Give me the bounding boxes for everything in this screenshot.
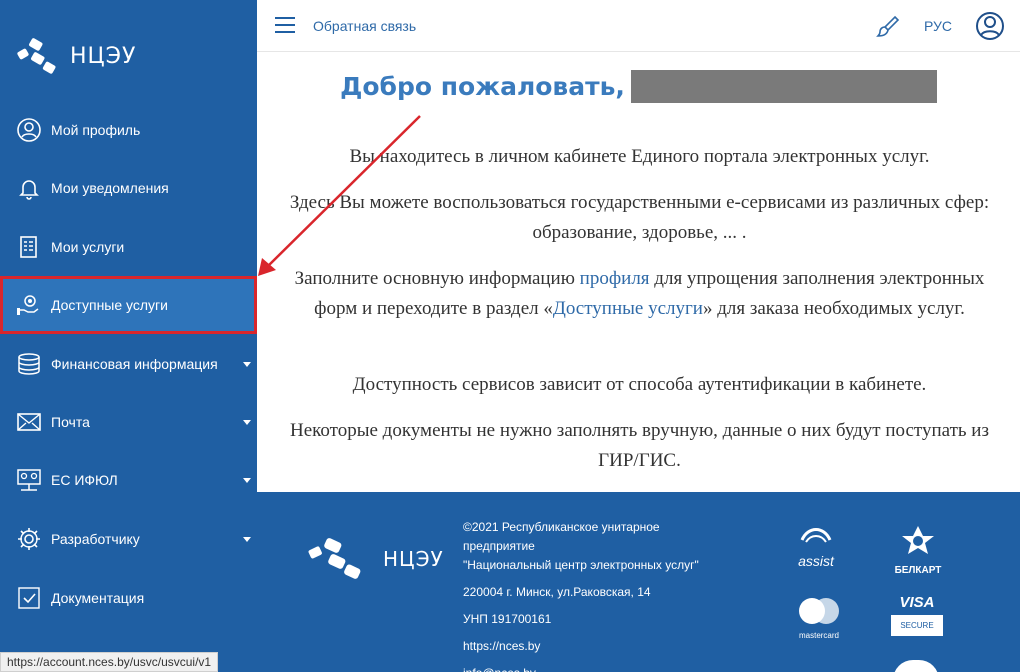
paintbrush-icon[interactable] bbox=[875, 14, 901, 40]
top-header: Обратная связь РУС bbox=[257, 0, 1020, 52]
assist-logo: assist bbox=[791, 524, 841, 569]
gear-icon bbox=[16, 526, 42, 552]
footer-address: 220004 г. Минск, ул.Раковская, 14 bbox=[463, 585, 651, 599]
footer-site-link[interactable]: https://nces.by bbox=[463, 637, 540, 656]
paragraph-text: » для заказа необходимых услуг. bbox=[702, 298, 965, 319]
visa-secure-logo: VISA SECURE bbox=[891, 594, 943, 636]
footer-org-line: предприятие bbox=[463, 539, 535, 553]
sidebar-item-label: ЕС ИФЮЛ bbox=[51, 472, 118, 488]
mastercard-circles-icon bbox=[799, 598, 839, 624]
envelope-icon bbox=[16, 409, 42, 435]
brand-name: НЦЭУ bbox=[70, 43, 137, 69]
status-bar-url: https://account.nces.by/usvc/usvcui/v1 bbox=[0, 652, 219, 672]
brand-logo[interactable]: НЦЭУ bbox=[16, 36, 136, 76]
welcome-title: Добро пожаловать, bbox=[340, 72, 625, 101]
coins-icon bbox=[16, 351, 42, 377]
payment-logo-partial bbox=[893, 660, 939, 672]
welcome-heading: Добро пожаловать, bbox=[257, 70, 1020, 103]
sidebar-item-es-ifyul[interactable]: ЕС ИФЮЛ bbox=[0, 451, 257, 509]
sidebar-item-available-services[interactable]: Доступные услуги bbox=[0, 276, 257, 334]
secure-label: SECURE bbox=[891, 615, 943, 636]
paragraph-text: Заполните основную информацию bbox=[294, 268, 580, 289]
belkart-label: БЕЛКАРТ bbox=[894, 565, 942, 576]
sidebar-item-label: Почта bbox=[51, 414, 90, 430]
feedback-link[interactable]: Обратная связь bbox=[313, 18, 416, 34]
bell-icon bbox=[16, 175, 42, 201]
assist-label: assist bbox=[798, 553, 834, 569]
chevron-down-icon bbox=[243, 537, 251, 542]
document-list-icon bbox=[16, 234, 42, 260]
chevron-down-icon bbox=[243, 362, 251, 367]
footer-unp: УНП 191700161 bbox=[463, 612, 552, 626]
intro-paragraph-4: Доступность сервисов зависит от способа … bbox=[352, 374, 927, 395]
user-circle-icon bbox=[16, 117, 42, 143]
hand-gear-icon bbox=[16, 292, 42, 318]
intro-paragraph-1: Вы находитесь в личном кабинете Единого … bbox=[349, 146, 930, 167]
sidebar-item-label: Разработчику bbox=[51, 531, 140, 547]
footer-org-line: "Национальный центр электронных услуг" bbox=[463, 558, 699, 572]
sidebar-item-notifications[interactable]: Мои уведомления bbox=[0, 159, 257, 217]
checkbox-icon bbox=[16, 585, 42, 611]
language-switcher[interactable]: РУС bbox=[924, 18, 952, 34]
sidebar-item-label: Мои услуги bbox=[51, 239, 125, 255]
user-account-icon[interactable] bbox=[975, 11, 1005, 41]
sidebar-item-my-services[interactable]: Мои услуги bbox=[0, 218, 257, 276]
intro-paragraph-3: Заполните основную информацию профиля дл… bbox=[287, 264, 992, 324]
redacted-username bbox=[630, 70, 937, 103]
footer-org-line: ©2021 Республиканское унитарное bbox=[463, 520, 660, 534]
sidebar-item-label: Финансовая информация bbox=[51, 356, 218, 372]
footer-email-link[interactable]: info@nces.by bbox=[463, 664, 536, 672]
intro-paragraph-2: Здесь Вы можете воспользоваться государс… bbox=[289, 192, 990, 243]
sidebar-item-label: Мой профиль bbox=[51, 122, 141, 138]
sidebar-item-mail[interactable]: Почта bbox=[0, 393, 257, 451]
footer: НЦЭУ ©2021 Республиканское унитарное пре… bbox=[257, 492, 1020, 672]
sidebar-item-developer[interactable]: Разработчику bbox=[0, 510, 257, 568]
assist-swoosh-icon bbox=[800, 528, 832, 543]
belkart-logo: БЕЛКАРТ bbox=[891, 524, 945, 576]
sidebar-item-profile[interactable]: Мой профиль bbox=[0, 101, 257, 159]
available-services-link[interactable]: Доступные услуги bbox=[553, 298, 703, 319]
sidebar-item-label: Доступные услуги bbox=[51, 297, 168, 313]
intro-paragraph-5: Некоторые документы не нужно заполнять в… bbox=[290, 420, 989, 471]
sidebar-item-documentation[interactable]: Документация bbox=[0, 569, 257, 627]
nceu-logo-icon bbox=[17, 38, 56, 74]
footer-logo: НЦЭУ bbox=[305, 536, 444, 582]
main-content: Добро пожаловать, Вы находитесь в личном… bbox=[257, 52, 1020, 492]
sidebar-item-finance[interactable]: Финансовая информация bbox=[0, 335, 257, 393]
mastercard-logo: mastercard bbox=[791, 596, 847, 640]
nceu-logo-icon bbox=[308, 538, 361, 579]
menu-hamburger-icon[interactable] bbox=[275, 17, 295, 33]
chevron-down-icon bbox=[243, 420, 251, 425]
sidebar: НЦЭУ Мой профиль Мои уведомления Мои усл… bbox=[0, 0, 257, 672]
network-icon bbox=[16, 467, 42, 493]
visa-label: VISA bbox=[899, 594, 935, 611]
sidebar-item-label: Мои уведомления bbox=[51, 180, 169, 196]
footer-brand-name: НЦЭУ bbox=[383, 547, 444, 571]
chevron-down-icon bbox=[243, 478, 251, 483]
profile-link[interactable]: профиля bbox=[580, 268, 650, 289]
sidebar-item-label: Документация bbox=[51, 590, 145, 606]
belkart-star-icon bbox=[902, 526, 934, 554]
mastercard-label: mastercard bbox=[798, 631, 839, 640]
